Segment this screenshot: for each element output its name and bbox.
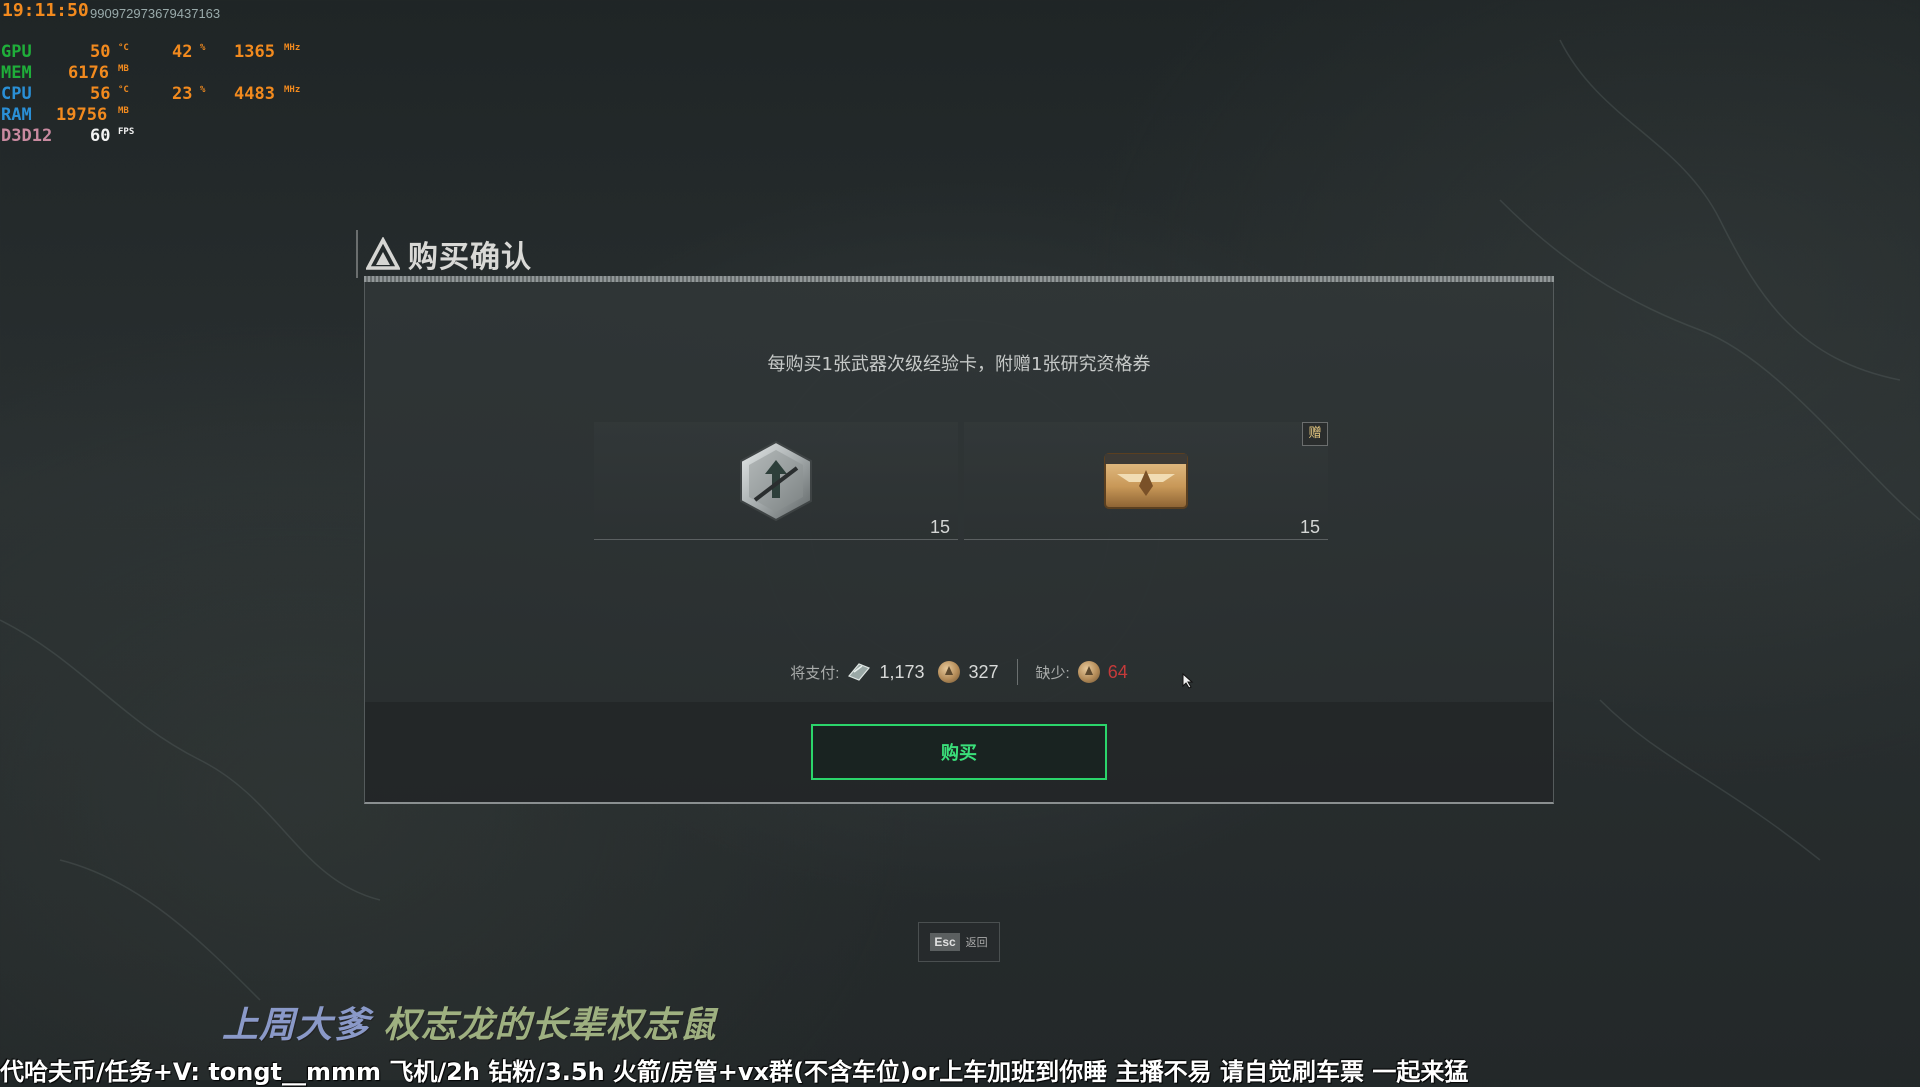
dialog-header: 购买确认 bbox=[366, 232, 532, 276]
mouse-cursor-icon bbox=[1182, 673, 1194, 689]
osd-value: 23 bbox=[172, 84, 193, 104]
shortage-label: 缺少: bbox=[1035, 664, 1070, 682]
osd-unit: MHz bbox=[284, 43, 301, 53]
stream-name-part2: 权志龙的长辈权志鼠 bbox=[383, 1004, 717, 1046]
osd-unit: MB bbox=[118, 106, 129, 116]
osd-label: CPU bbox=[1, 84, 32, 104]
dialog-header-decoration bbox=[356, 230, 366, 278]
osd-label: GPU bbox=[1, 42, 32, 62]
payment-divider bbox=[1016, 659, 1018, 685]
osd-value: 19756 bbox=[56, 105, 108, 125]
osd-unit: % bbox=[200, 85, 206, 95]
weapon-exp-card-icon bbox=[740, 440, 812, 522]
coin-cost: 327 bbox=[968, 661, 999, 682]
diamond-currency-icon bbox=[848, 663, 871, 681]
osd-row-d3d12: D3D12 60 FPS bbox=[0, 126, 310, 146]
item-card-research-ticket[interactable]: 赠 15 bbox=[964, 422, 1328, 540]
payment-summary: 将支付: 1,173 327 缺少: 64 bbox=[365, 657, 1553, 687]
buy-button[interactable]: 购买 bbox=[811, 724, 1107, 780]
osd-unit: % bbox=[200, 43, 206, 53]
stream-name-part1: 上周大爹 bbox=[222, 1004, 371, 1046]
osd-value: 60 bbox=[90, 126, 111, 146]
osd-unit: FPS bbox=[118, 127, 135, 137]
esc-key-badge: Esc bbox=[930, 933, 960, 951]
osd-value: 50 bbox=[90, 42, 111, 62]
item-count: 15 bbox=[1299, 517, 1320, 537]
osd-value: 1365 bbox=[234, 42, 275, 62]
pay-label: 将支付: bbox=[790, 664, 840, 682]
dialog-title: 购买确认 bbox=[408, 240, 532, 275]
purchase-confirm-dialog: 每购买1张武器次级经验卡，附赠1张研究资格券 15 赠 15 将支付: 1,17… bbox=[364, 282, 1554, 804]
dialog-description: 每购买1张武器次级经验卡，附赠1张研究资格券 bbox=[767, 354, 1151, 375]
osd-value: 6176 bbox=[68, 63, 109, 83]
osd-value: 4483 bbox=[234, 84, 275, 104]
osd-row-cpu: CPU 56 °C 23 % 4483 MHz bbox=[0, 84, 310, 104]
stream-ticker: 代哈夫币/任务+V: tongt__mmm 飞机/2h 钻粉/3.5h 火箭/房… bbox=[0, 1058, 1469, 1086]
coin-currency-icon bbox=[938, 661, 961, 683]
item-underline bbox=[594, 539, 958, 540]
item-count: 15 bbox=[929, 517, 950, 537]
esc-back-button[interactable]: Esc 返回 bbox=[918, 922, 1000, 962]
osd-row-mem: MEM 6176 MB bbox=[0, 63, 310, 83]
research-ticket-icon bbox=[1104, 453, 1188, 509]
osd-label: D3D12 bbox=[1, 126, 53, 146]
shortage-amount: 64 bbox=[1107, 661, 1128, 682]
osd-clock: 19:11:50 bbox=[2, 0, 89, 21]
osd-unit: °C bbox=[118, 85, 129, 95]
osd-session-id: 990972973679437163 bbox=[90, 6, 221, 21]
osd-unit: °C bbox=[118, 43, 129, 53]
osd-unit: MB bbox=[118, 64, 129, 74]
coin-currency-icon bbox=[1077, 661, 1100, 683]
item-card-weapon-exp[interactable]: 15 bbox=[594, 422, 958, 540]
gift-badge: 赠 bbox=[1302, 422, 1328, 446]
osd-value: 42 bbox=[172, 42, 193, 62]
osd-row-gpu: GPU 50 °C 42 % 1365 MHz bbox=[0, 42, 310, 62]
osd-label: RAM bbox=[1, 105, 32, 125]
game-logo-icon bbox=[366, 237, 400, 270]
osd-label: MEM bbox=[1, 63, 32, 83]
stream-overlay-name: 上周大爹 权志龙的长辈权志鼠 bbox=[222, 996, 717, 1048]
osd-row-ram: RAM 19756 MB bbox=[0, 105, 310, 125]
diamond-cost: 1,173 bbox=[879, 661, 925, 682]
osd-unit: MHz bbox=[284, 85, 301, 95]
osd-value: 56 bbox=[90, 84, 111, 104]
item-underline bbox=[964, 539, 1328, 540]
esc-back-label: 返回 bbox=[965, 936, 988, 949]
